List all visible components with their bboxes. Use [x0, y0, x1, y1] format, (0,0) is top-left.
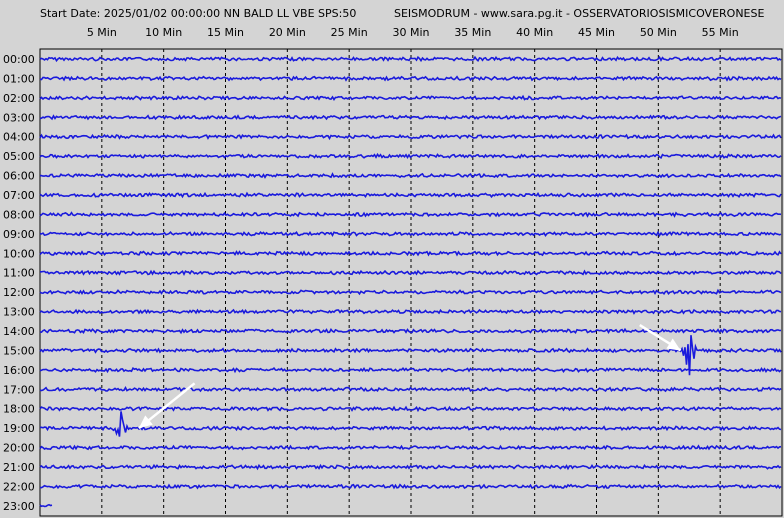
trace-line	[39, 405, 782, 413]
x-tick-label: 15 Min	[207, 26, 244, 39]
trace-line	[39, 483, 782, 490]
hour-label: 08:00	[3, 208, 35, 221]
trace-line	[39, 172, 782, 179]
x-tick-label: 55 Min	[702, 26, 739, 39]
hour-label: 09:00	[3, 228, 35, 241]
hour-label: 22:00	[3, 480, 35, 493]
hour-label: 02:00	[3, 92, 35, 105]
x-tick-label: 35 Min	[454, 26, 491, 39]
x-tick-label: 20 Min	[269, 26, 306, 39]
hour-label: 05:00	[3, 150, 35, 163]
hour-label: 07:00	[3, 189, 35, 202]
hour-label: 01:00	[3, 72, 35, 85]
hour-label: 16:00	[3, 364, 35, 377]
hour-label: 13:00	[3, 306, 35, 319]
trace-line	[39, 463, 782, 471]
hour-label: 10:00	[3, 247, 35, 260]
x-tick-label: 50 Min	[640, 26, 677, 39]
x-tick-label: 40 Min	[516, 26, 553, 39]
hour-labels: 00:00 01:00 02:00 03:00 04:00 05:00 06:00 07:00…	[3, 53, 35, 513]
hour-label: 17:00	[3, 383, 35, 396]
time-axis: 5 Min 10 Min 15 Min 20 Min 25 Min 30 Min 35 Mi…	[87, 26, 739, 39]
hour-label: 04:00	[3, 131, 35, 144]
hour-label: 14:00	[3, 325, 35, 338]
hour-label: 20:00	[3, 442, 35, 455]
hour-label: 12:00	[3, 286, 35, 299]
x-tick-label: 25 Min	[331, 26, 368, 39]
hour-label: 03:00	[3, 111, 35, 124]
hour-label: 19:00	[3, 422, 35, 435]
arrow-head	[666, 338, 681, 351]
trace-line	[39, 152, 782, 160]
hour-label: 21:00	[3, 461, 35, 474]
trace-line	[39, 503, 53, 508]
seismogram-chart: 5 Min 10 Min 15 Min 20 Min 25 Min 30 Min 35 Mi…	[3, 26, 783, 517]
hour-label: 15:00	[3, 344, 35, 357]
hour-label: 18:00	[3, 403, 35, 416]
x-tick-label: 10 Min	[145, 26, 182, 39]
x-tick-label: 5 Min	[87, 26, 117, 39]
trace-line	[39, 55, 782, 63]
annotations	[138, 323, 682, 430]
trace-line	[39, 308, 782, 315]
x-tick-label: 45 Min	[578, 26, 615, 39]
hour-label: 00:00	[3, 53, 35, 66]
trace-line	[39, 94, 782, 101]
hour-label: 06:00	[3, 170, 35, 183]
x-tick-label: 30 Min	[392, 26, 429, 39]
hour-label: 11:00	[3, 267, 35, 280]
trace-line	[39, 211, 782, 218]
trace-line	[39, 230, 782, 238]
trace-line	[39, 386, 782, 393]
hour-label: 23:00	[3, 500, 35, 513]
